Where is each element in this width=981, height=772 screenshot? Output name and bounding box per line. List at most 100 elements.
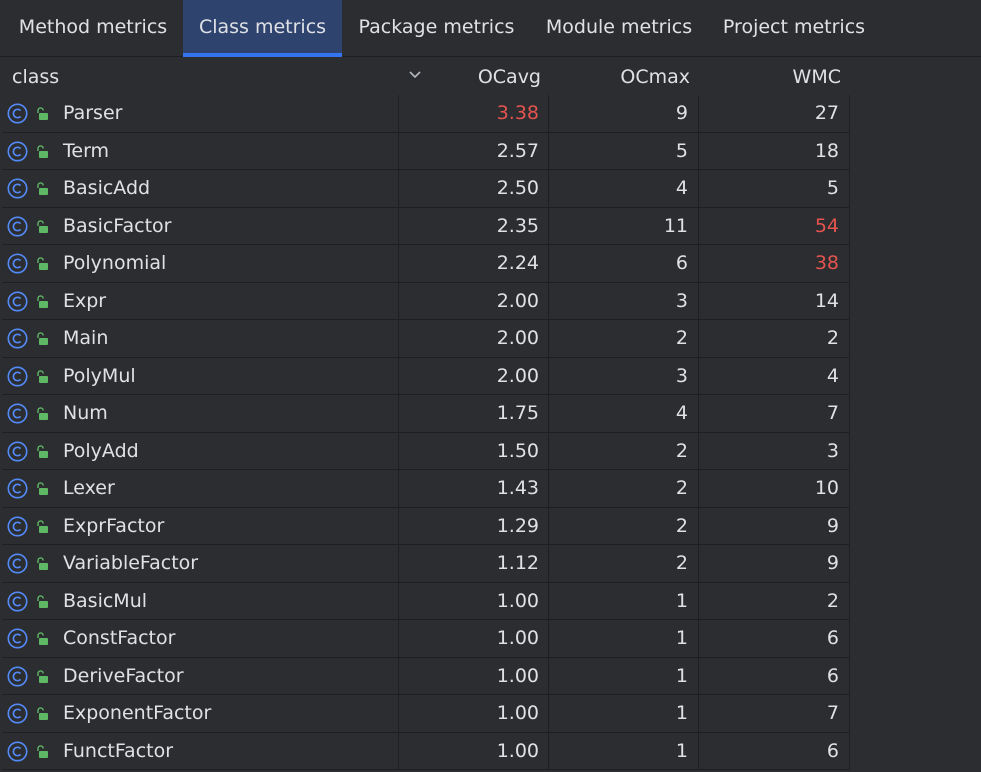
class-cell[interactable]: ExprFactor bbox=[2, 507, 399, 544]
table-row[interactable]: Parser 3.38 9 27 bbox=[2, 95, 850, 133]
table-row[interactable]: Lexer 1.43 2 10 bbox=[2, 470, 850, 508]
wmc-cell: 6 bbox=[699, 732, 850, 769]
class-icon bbox=[7, 216, 28, 236]
ocavg-cell: 2.24 bbox=[399, 245, 549, 282]
class-cell[interactable]: ExponentFactor bbox=[2, 695, 399, 732]
table-row[interactable]: FunctFactor 1.00 1 6 bbox=[2, 732, 850, 770]
column-header-wmc[interactable]: WMC bbox=[699, 57, 841, 95]
class-cell[interactable]: BasicAdd bbox=[2, 170, 399, 207]
table-row[interactable]: BasicFactor 2.35 11 54 bbox=[2, 207, 850, 245]
ocavg-cell: 1.00 bbox=[399, 695, 549, 732]
ocmax-cell: 4 bbox=[549, 395, 699, 432]
public-lock-icon bbox=[37, 669, 48, 683]
tab-project-metrics[interactable]: Project metrics bbox=[708, 0, 880, 57]
table-row[interactable]: PolyAdd 1.50 2 3 bbox=[2, 432, 850, 470]
column-header-class[interactable]: class bbox=[12, 57, 59, 95]
wmc-cell: 54 bbox=[699, 207, 850, 244]
class-cell[interactable]: Term bbox=[2, 132, 399, 169]
public-lock-icon bbox=[37, 632, 48, 645]
class-cell[interactable]: PolyMul bbox=[2, 357, 399, 394]
wmc-cell: 2 bbox=[699, 320, 850, 357]
class-metrics-table: class OCavg OCmax WMC Parser 3.38 9 27 T… bbox=[0, 57, 981, 772]
table-row[interactable]: ExponentFactor 1.00 1 7 bbox=[2, 695, 850, 733]
public-lock-icon bbox=[37, 182, 48, 195]
class-name: BasicAdd bbox=[63, 177, 151, 199]
ocavg-cell: 2.00 bbox=[399, 357, 549, 394]
table-row[interactable]: Expr 2.00 3 14 bbox=[2, 282, 850, 320]
ocmax-cell: 5 bbox=[549, 132, 699, 169]
table-row[interactable]: ExprFactor 1.29 2 9 bbox=[2, 507, 850, 545]
wmc-cell: 14 bbox=[699, 282, 850, 319]
ocavg-cell: 1.00 bbox=[399, 582, 549, 619]
class-name: BasicMul bbox=[63, 589, 148, 612]
metrics-tab-bar: Method metrics Class metrics Package met… bbox=[0, 0, 981, 57]
table-row[interactable]: BasicMul 1.00 1 2 bbox=[2, 582, 850, 620]
wmc-cell: 9 bbox=[699, 545, 850, 582]
class-name: VariableFactor bbox=[63, 552, 199, 574]
class-icon bbox=[7, 666, 28, 686]
class-icon bbox=[7, 516, 28, 536]
ocavg-cell: 2.00 bbox=[399, 320, 549, 357]
table-row[interactable]: Term 2.57 5 18 bbox=[2, 132, 850, 170]
table-row[interactable]: VariableFactor 1.12 2 9 bbox=[2, 545, 850, 583]
class-name: Parser bbox=[63, 102, 123, 124]
class-cell[interactable]: Lexer bbox=[2, 470, 399, 507]
class-cell[interactable]: BasicMul bbox=[2, 582, 399, 619]
class-name: FunctFactor bbox=[63, 739, 174, 762]
wmc-cell: 10 bbox=[699, 470, 850, 507]
ocmax-cell: 4 bbox=[549, 170, 699, 207]
class-name: DeriveFactor bbox=[63, 664, 184, 687]
ocmax-cell: 2 bbox=[549, 470, 699, 507]
class-name: Term bbox=[63, 139, 110, 162]
wmc-cell: 27 bbox=[699, 95, 850, 132]
table-row[interactable]: DeriveFactor 1.00 1 6 bbox=[2, 657, 850, 695]
class-cell[interactable]: Parser bbox=[2, 95, 399, 132]
public-lock-icon bbox=[37, 407, 48, 420]
class-name: ExprFactor bbox=[63, 514, 165, 537]
column-header-ocmax[interactable]: OCmax bbox=[549, 57, 690, 95]
ocmax-cell: 11 bbox=[549, 207, 699, 244]
class-name: Expr bbox=[63, 289, 107, 312]
tab-class-metrics[interactable]: Class metrics bbox=[183, 0, 342, 57]
class-icon bbox=[7, 628, 28, 649]
table-row[interactable]: Polynomial 2.24 6 38 bbox=[2, 245, 850, 283]
public-lock-icon bbox=[37, 369, 48, 383]
column-header-ocavg[interactable]: OCavg bbox=[399, 57, 541, 95]
class-cell[interactable]: Num bbox=[2, 395, 399, 432]
class-name: Polynomial bbox=[63, 252, 167, 274]
table-row[interactable]: Main 2.00 2 2 bbox=[2, 320, 850, 358]
public-lock-icon bbox=[37, 219, 48, 233]
class-cell[interactable]: Main bbox=[2, 320, 399, 357]
class-cell[interactable]: FunctFactor bbox=[2, 732, 399, 769]
class-cell[interactable]: Expr bbox=[2, 282, 399, 319]
class-cell[interactable]: ConstFactor bbox=[2, 620, 399, 657]
class-cell[interactable]: PolyAdd bbox=[2, 432, 399, 469]
class-icon bbox=[7, 591, 28, 611]
class-cell[interactable]: Polynomial bbox=[2, 245, 399, 282]
class-icon bbox=[7, 291, 28, 311]
class-name: Num bbox=[63, 402, 108, 424]
ocmax-cell: 2 bbox=[549, 545, 699, 582]
wmc-cell: 6 bbox=[699, 620, 850, 657]
tab-package-metrics[interactable]: Package metrics bbox=[343, 0, 530, 57]
class-name: BasicFactor bbox=[63, 214, 172, 237]
class-icon bbox=[7, 478, 28, 499]
table-row[interactable]: PolyMul 2.00 3 4 bbox=[2, 357, 850, 395]
ocavg-cell: 1.75 bbox=[399, 395, 549, 432]
table-row[interactable]: BasicAdd 2.50 4 5 bbox=[2, 170, 850, 208]
ocavg-cell: 1.29 bbox=[399, 507, 549, 544]
wmc-cell: 4 bbox=[699, 357, 850, 394]
class-cell[interactable]: DeriveFactor bbox=[2, 657, 399, 694]
class-cell[interactable]: VariableFactor bbox=[2, 545, 399, 582]
wmc-cell: 7 bbox=[699, 695, 850, 732]
class-icon bbox=[7, 328, 28, 349]
ocmax-cell: 1 bbox=[549, 582, 699, 619]
tab-module-metrics[interactable]: Module metrics bbox=[531, 0, 707, 57]
class-name: PolyAdd bbox=[63, 439, 139, 462]
tab-method-metrics[interactable]: Method metrics bbox=[4, 0, 182, 57]
class-cell[interactable]: BasicFactor bbox=[2, 207, 399, 244]
class-icon bbox=[7, 366, 28, 386]
ocmax-cell: 3 bbox=[549, 357, 699, 394]
table-row[interactable]: Num 1.75 4 7 bbox=[2, 395, 850, 433]
table-row[interactable]: ConstFactor 1.00 1 6 bbox=[2, 620, 850, 658]
